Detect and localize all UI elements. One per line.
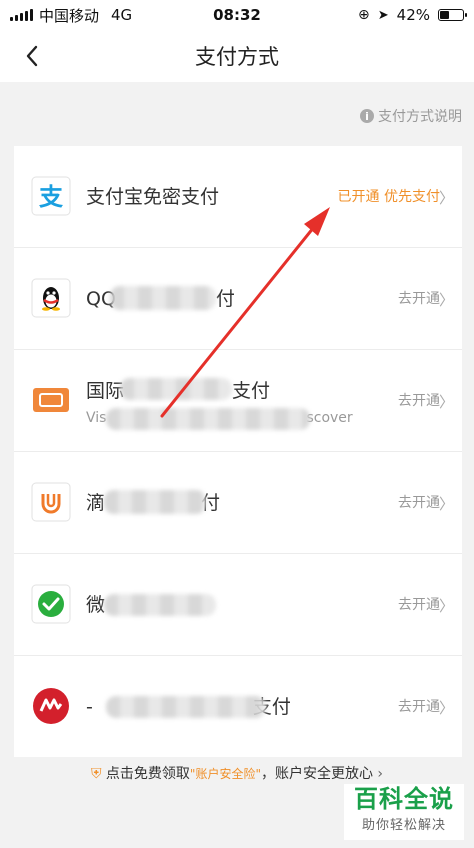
chevron-right-icon: 〉 [438,495,454,513]
payment-status: 去开通 [398,393,440,409]
svg-text:支: 支 [39,183,64,211]
footer-highlight: "账户安全险" [189,767,261,781]
union-icon [31,686,71,726]
payment-status: 已开通 优先支付 [337,189,440,205]
payment-row-qq[interactable]: QQ 付 去开通 〉 [14,248,462,350]
footer-prefix: 点击免费领取 [105,766,190,782]
qq-icon [31,278,71,318]
page-title: 支付方式 [195,45,279,69]
payment-row-wechat[interactable]: 微 去开通 〉 [14,554,462,656]
alipay-icon: 支 [31,176,71,216]
redacted-blur [106,696,266,718]
wechat-icon [31,584,71,624]
nav-bar: 支付方式 [0,30,474,82]
payment-help-label: 支付方式说明 [378,109,462,125]
redacted-blur [104,594,216,616]
info-icon: i [360,109,374,123]
payment-row-didi[interactable]: 滴付 去开通 〉 [14,452,462,554]
payment-status: 去开通 [398,291,440,307]
card-icon [31,380,71,420]
clock: 08:32 [213,6,261,24]
battery-icon [438,9,467,21]
redacted-blur [110,286,216,310]
shield-icon: ⛨ [90,766,102,782]
back-button[interactable] [18,42,46,70]
chevron-right-icon: 〉 [438,291,454,309]
chevron-left-icon [26,45,38,67]
watermark-title: 百科全说 [354,785,454,813]
payment-name: 支付宝免密支付 [86,186,220,208]
chevron-right-icon: 〉 [438,597,454,615]
footer-suffix: ，账户安全更放心 [260,766,373,782]
payment-row-international-card[interactable]: 国际 支付 Vis scover 去开通 〉 [14,350,462,452]
watermark-logo: 百科全说 助你轻松解决 [344,784,464,840]
redacted-blur [106,408,310,430]
redacted-blur [120,378,232,400]
payment-methods-list: 支 支付宝免密支付 已开通 优先支付 〉 QQ 付 去开通 〉 国际 支付 Vis s… [14,146,462,757]
redacted-blur [104,490,206,514]
payment-status: 去开通 [398,495,440,511]
payment-help-link[interactable]: i 支付方式说明 [360,106,462,126]
status-bar: 中国移动 4G 08:32 ⊕ ➤ 42% [0,0,474,30]
didi-icon [31,482,71,522]
chevron-right-icon: 〉 [438,189,454,207]
payment-status: 去开通 [398,699,440,715]
chevron-right-icon: 〉 [438,699,454,717]
chevron-right-icon: › [377,766,384,782]
payment-row-union[interactable]: - 支付 去开通 〉 [14,656,462,757]
chevron-right-icon: 〉 [438,393,454,411]
payment-status: 去开通 [398,597,440,613]
payment-name: 微 [86,594,106,616]
security-insurance-link[interactable]: ⛨ 点击免费领取"账户安全险"，账户安全更放心 › [0,763,474,783]
payment-row-alipay[interactable]: 支 支付宝免密支付 已开通 优先支付 〉 [14,146,462,248]
watermark-subtitle: 助你轻松解决 [361,818,446,833]
